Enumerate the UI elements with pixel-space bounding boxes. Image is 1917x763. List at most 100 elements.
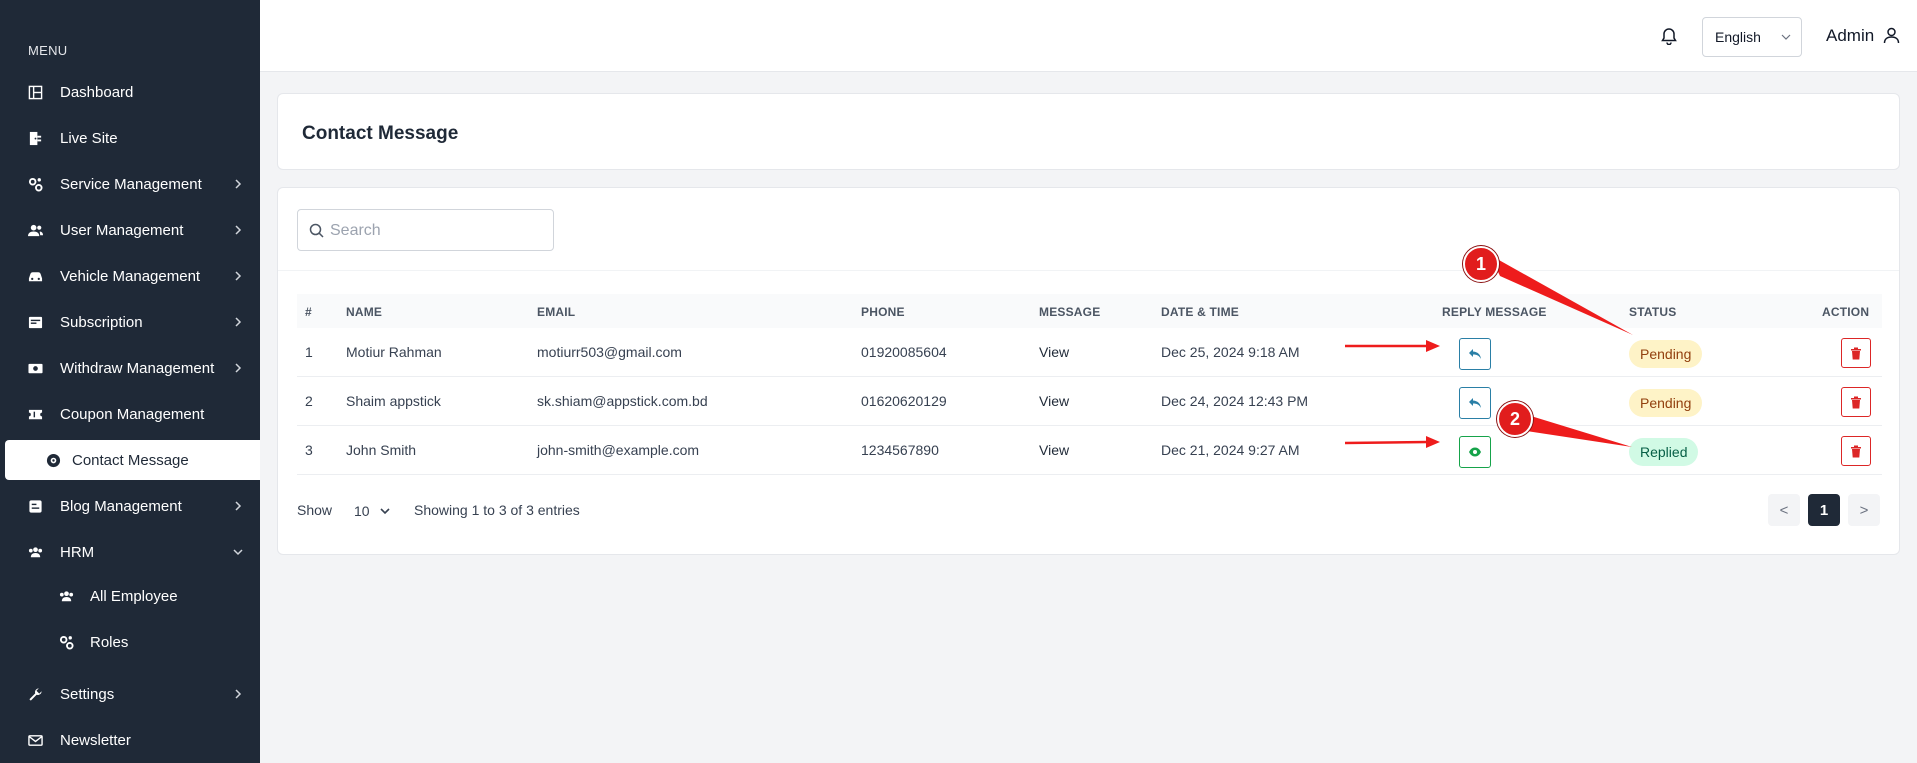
pagination-prev-button[interactable]: < (1768, 494, 1800, 526)
door-exit-icon (27, 130, 43, 146)
chevron-right-icon (233, 271, 243, 281)
status-badge: Replied (1629, 438, 1699, 466)
page-size-select[interactable]: 10 (346, 492, 396, 528)
sidebar-item-label: Vehicle Management (60, 267, 201, 285)
admin-user-label[interactable]: Admin (1826, 26, 1874, 46)
sidebar-item-label: Roles (90, 633, 129, 651)
page-header-card: Contact Message (277, 93, 1900, 170)
pagination-next-button[interactable]: > (1848, 494, 1880, 526)
sidebar-item-service-management[interactable]: Service Management (0, 162, 260, 206)
delete-button[interactable] (1841, 387, 1871, 417)
sidebar-item-coupon-management[interactable]: Coupon Management (0, 392, 260, 436)
column-header: REPLY MESSAGE (1442, 305, 1547, 319)
reply-button[interactable] (1459, 338, 1491, 370)
table-row: 2 Shaim appstick sk.shiam@appstick.com.b… (297, 377, 1882, 426)
sidebar-item-subscription[interactable]: Subscription (0, 300, 260, 344)
chevron-right-icon (233, 689, 243, 699)
chevron-right-icon (233, 179, 243, 189)
search-box[interactable] (297, 209, 554, 251)
sidebar-item-label: Newsletter (60, 731, 131, 749)
table-header: # NAME EMAIL PHONE MESSAGE DATE & TIME R… (297, 294, 1882, 328)
row-name: Shaim appstick (346, 393, 441, 409)
subscription-icon (27, 314, 43, 330)
page-title: Contact Message (302, 123, 459, 144)
chevron-right-icon (233, 501, 243, 511)
sidebar-item-label: All Employee (90, 587, 178, 605)
sidebar-item-label: Subscription (60, 313, 143, 331)
delete-button[interactable] (1841, 338, 1871, 368)
sidebar-item-label: Coupon Management (60, 405, 205, 423)
sidebar-item-user-management[interactable]: User Management (0, 208, 260, 252)
divider (278, 270, 1899, 271)
chevron-down-icon (233, 547, 243, 557)
row-datetime: Dec 24, 2024 12:43 PM (1161, 393, 1309, 409)
wrench-icon (27, 686, 43, 702)
search-input[interactable] (330, 220, 540, 242)
row-phone: 01620620129 (861, 393, 947, 409)
table-row: 3 John Smith john-smith@example.com 1234… (297, 426, 1882, 475)
status-badge: Pending (1629, 340, 1703, 368)
sidebar-item-newsletter[interactable]: Newsletter (0, 718, 260, 762)
ticket-icon (27, 406, 43, 422)
view-message-link[interactable]: View (1039, 344, 1069, 360)
chevron-down-icon (380, 508, 390, 515)
reply-all-icon (1469, 349, 1481, 359)
contact-message-icon (45, 452, 61, 468)
bell-icon[interactable] (1660, 27, 1678, 45)
users-icon (27, 222, 43, 238)
sidebar-item-vehicle-management[interactable]: Vehicle Management (0, 254, 260, 298)
view-message-link[interactable]: View (1039, 393, 1069, 409)
show-label: Show (297, 502, 333, 518)
users-group-icon (58, 588, 74, 604)
sidebar-item-contact-message[interactable]: Contact Message (5, 440, 260, 480)
sidebar-item-label: Live Site (60, 129, 118, 147)
chevron-right-icon (233, 363, 243, 373)
sidebar-item-label: User Management (60, 221, 184, 239)
row-datetime: Dec 25, 2024 9:18 AM (1161, 344, 1300, 360)
contact-message-table-card: # NAME EMAIL PHONE MESSAGE DATE & TIME R… (277, 187, 1900, 555)
sidebar-item-settings[interactable]: Settings (0, 672, 260, 716)
column-header: PHONE (861, 305, 905, 319)
sidebar-item-hrm[interactable]: HRM (0, 530, 260, 574)
sidebar-item-dashboard[interactable]: Dashboard (0, 70, 260, 114)
users-group-icon (27, 544, 43, 560)
pagination-page-1[interactable]: 1 (1808, 494, 1840, 526)
sidebar-item-label: Settings (60, 685, 115, 703)
eye-icon (1469, 447, 1481, 457)
view-reply-button[interactable] (1459, 436, 1491, 468)
row-name: Motiur Rahman (346, 344, 442, 360)
sidebar-item-live-site[interactable]: Live Site (0, 116, 260, 160)
language-select-value: English (1715, 29, 1761, 45)
language-select[interactable]: English (1702, 17, 1802, 57)
sidebar-item-withdraw-management[interactable]: Withdraw Management (0, 346, 260, 390)
sidebar-item-label: Contact Message (72, 451, 189, 469)
view-message-link[interactable]: View (1039, 442, 1069, 458)
row-number: 1 (305, 344, 313, 360)
user-icon[interactable] (1883, 27, 1900, 44)
reply-button[interactable] (1459, 387, 1491, 419)
column-header: EMAIL (537, 305, 576, 319)
envelope-icon (27, 732, 43, 748)
chevron-down-icon (1781, 34, 1791, 40)
sidebar-item-blog-management[interactable]: Blog Management (0, 484, 260, 528)
column-header: ACTION (1822, 305, 1870, 319)
column-header: DATE & TIME (1161, 305, 1239, 319)
trash-icon (1851, 347, 1861, 359)
menu-label: MENU (28, 43, 68, 58)
row-email: sk.shiam@appstick.com.bd (537, 393, 708, 409)
row-email: motiurr503@gmail.com (537, 344, 682, 360)
annotation-marker-1: 1 (1463, 246, 1499, 282)
delete-button[interactable] (1841, 436, 1871, 466)
blog-icon (27, 498, 43, 514)
trash-icon (1851, 445, 1861, 457)
table-row: 1 Motiur Rahman motiurr503@gmail.com 019… (297, 328, 1882, 377)
row-phone: 1234567890 (861, 442, 939, 458)
sidebar-item-roles[interactable]: Roles (0, 620, 260, 664)
trash-icon (1851, 396, 1861, 408)
sidebar-item-label: Dashboard (60, 83, 134, 101)
car-icon (27, 268, 43, 284)
sidebar-item-label: Service Management (60, 175, 202, 193)
money-icon (27, 360, 43, 376)
dashboard-icon (27, 84, 43, 100)
sidebar-item-all-employee[interactable]: All Employee (0, 574, 260, 618)
